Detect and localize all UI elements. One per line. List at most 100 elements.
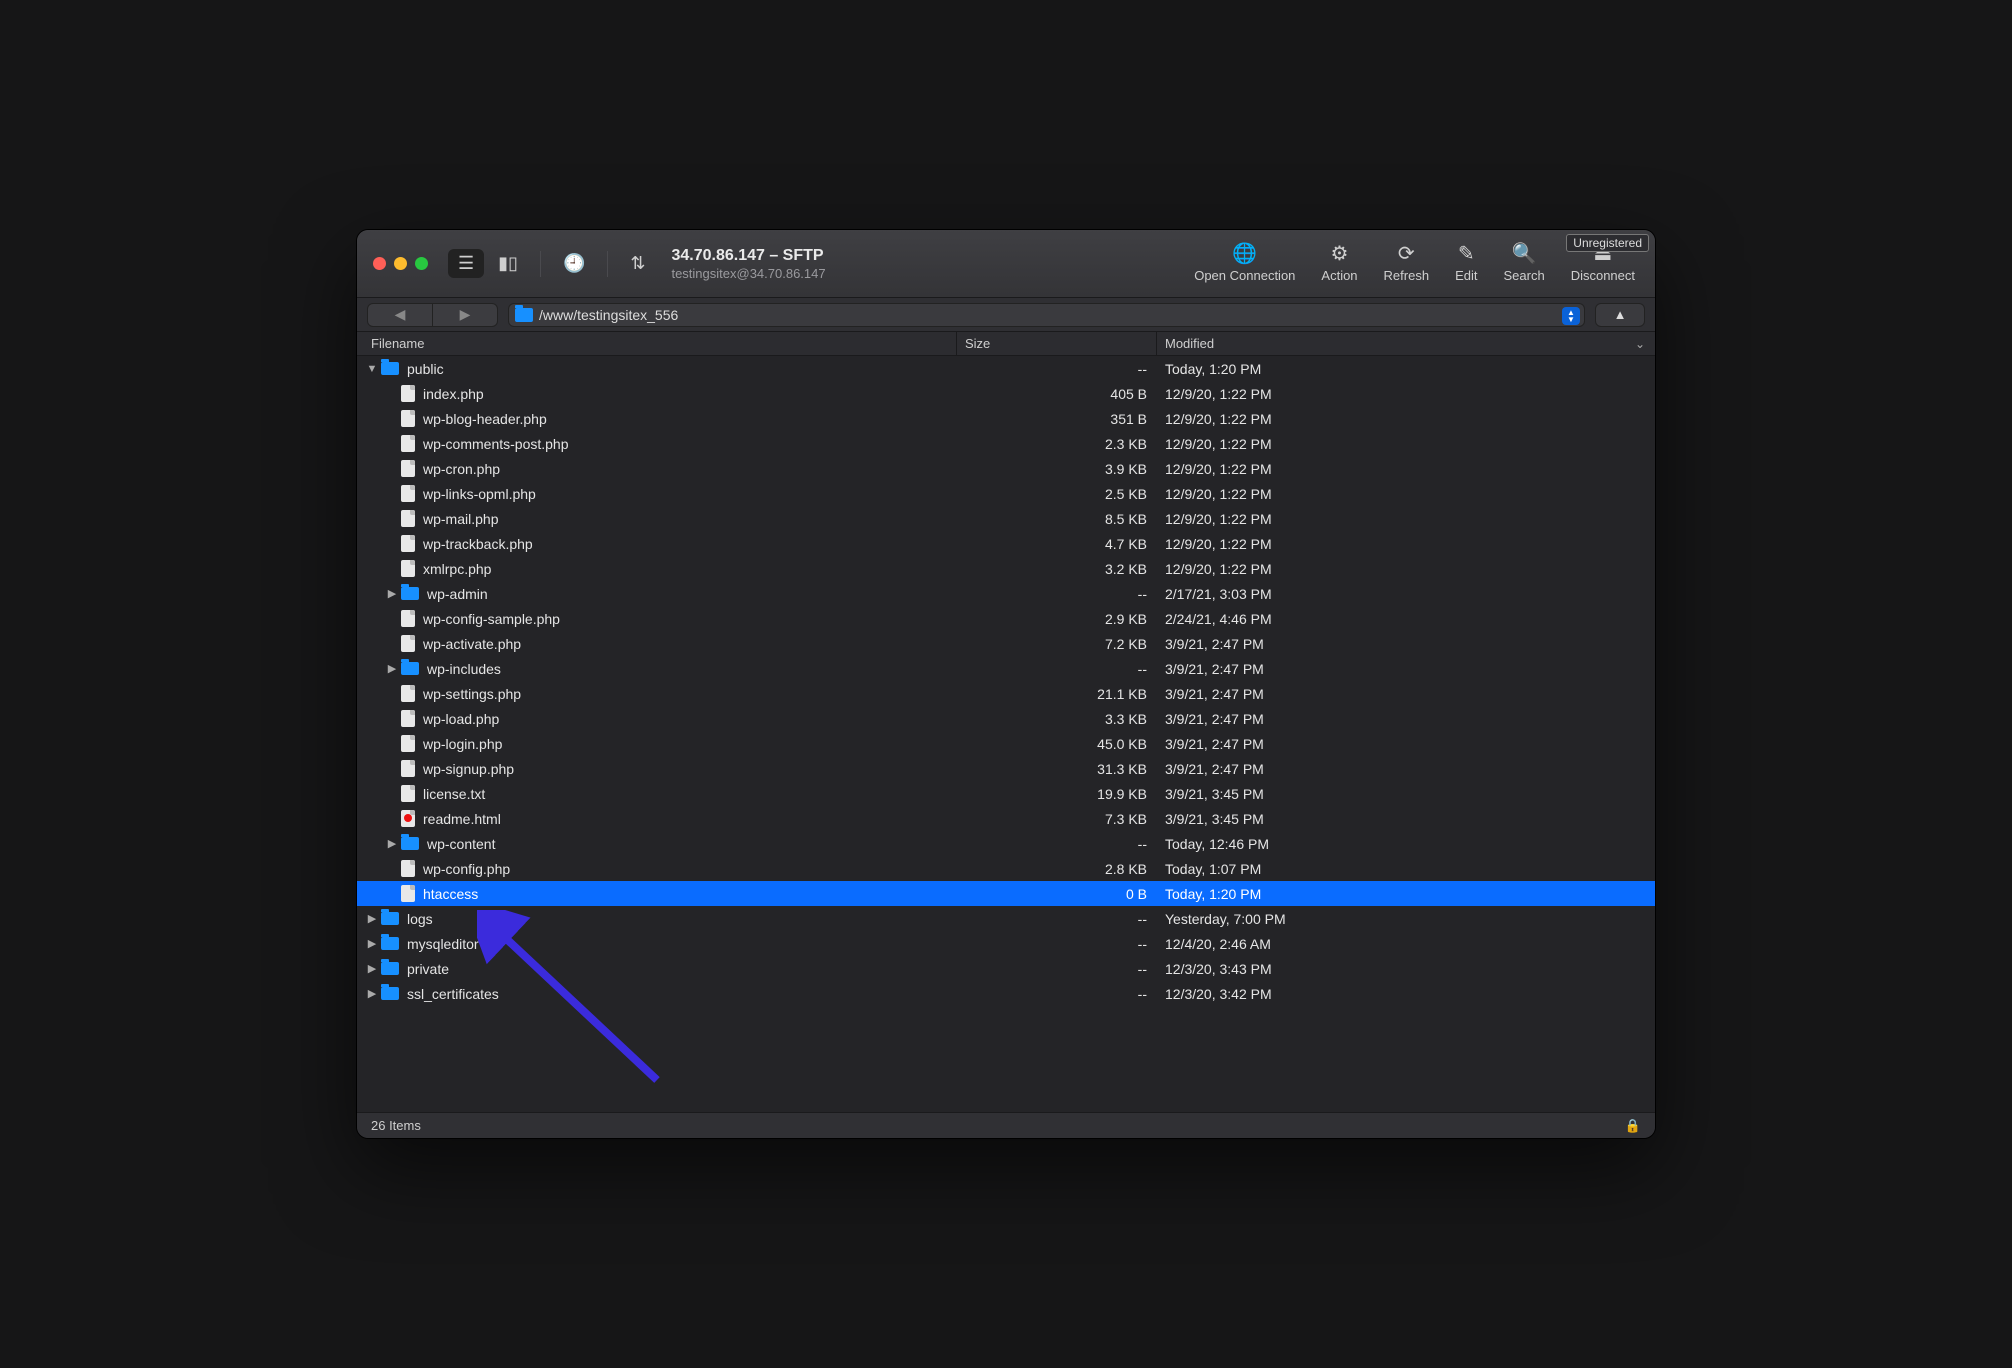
filename-text: wp-cron.php	[423, 461, 500, 477]
cell-modified: 12/9/20, 1:22 PM	[1157, 436, 1655, 452]
cell-size: --	[957, 361, 1157, 377]
table-row[interactable]: ▶mysqleditor--12/4/20, 2:46 AM	[357, 931, 1655, 956]
minimize-window-button[interactable]	[394, 257, 407, 270]
table-row[interactable]: ▶xmlrpc.php3.2 KB12/9/20, 1:22 PM	[357, 556, 1655, 581]
window-titles: 34.70.86.147 – SFTP testingsitex@34.70.8…	[671, 247, 825, 281]
file-list[interactable]: ▼public--Today, 1:20 PM▶index.php405 B12…	[357, 356, 1655, 1112]
cell-filename: ▶wp-links-opml.php	[357, 481, 957, 506]
refresh-button[interactable]: ⟳ Refresh	[1384, 244, 1430, 283]
disclosure-triangle-icon[interactable]: ▶	[365, 912, 379, 925]
window-title: 34.70.86.147 – SFTP	[671, 247, 825, 265]
disclosure-triangle-icon[interactable]: ▶	[365, 937, 379, 950]
column-label: Size	[965, 336, 990, 351]
cell-size: 0 B	[957, 886, 1157, 902]
path-dropdown[interactable]: /www/testingsitex_556 ▲▼	[508, 303, 1585, 327]
filename-text: wp-settings.php	[423, 686, 521, 702]
table-row[interactable]: ▶wp-content--Today, 12:46 PM	[357, 831, 1655, 856]
path-text: /www/testingsitex_556	[539, 307, 678, 323]
column-size[interactable]: Size	[957, 332, 1157, 355]
table-row[interactable]: ▶logs--Yesterday, 7:00 PM	[357, 906, 1655, 931]
table-row[interactable]: ▶wp-config.php2.8 KBToday, 1:07 PM	[357, 856, 1655, 881]
table-row[interactable]: ▶index.php405 B12/9/20, 1:22 PM	[357, 381, 1655, 406]
table-row[interactable]: ▶wp-activate.php7.2 KB3/9/21, 2:47 PM	[357, 631, 1655, 656]
toolbar-sep	[607, 251, 608, 277]
column-filename[interactable]: Filename	[357, 332, 957, 355]
disclosure-triangle-icon[interactable]: ▶	[385, 662, 399, 675]
cell-modified: Today, 12:46 PM	[1157, 836, 1655, 852]
table-row[interactable]: ▶wp-comments-post.php2.3 KB12/9/20, 1:22…	[357, 431, 1655, 456]
cell-size: --	[957, 936, 1157, 952]
table-row[interactable]: ▶wp-admin--2/17/21, 3:03 PM	[357, 581, 1655, 606]
gear-icon: ⚙︎	[1331, 244, 1349, 264]
close-window-button[interactable]	[373, 257, 386, 270]
up-triangle-icon: ▲	[1614, 307, 1627, 322]
dropdown-arrows-icon: ▲▼	[1562, 307, 1580, 325]
disclosure-triangle-icon[interactable]: ▼	[365, 363, 379, 375]
table-row[interactable]: ▶wp-blog-header.php351 B12/9/20, 1:22 PM	[357, 406, 1655, 431]
table-row[interactable]: ▶wp-links-opml.php2.5 KB12/9/20, 1:22 PM	[357, 481, 1655, 506]
filename-text: wp-includes	[427, 661, 501, 677]
filename-text: wp-activate.php	[423, 636, 521, 652]
cell-filename: ▶wp-trackback.php	[357, 531, 957, 556]
transfer-button[interactable]: ⇅	[620, 249, 655, 278]
bookmarks-button[interactable]: ▮▯	[488, 249, 528, 278]
cell-filename: ▶xmlrpc.php	[357, 556, 957, 581]
table-row[interactable]: ▼public--Today, 1:20 PM	[357, 356, 1655, 381]
filename-text: index.php	[423, 386, 484, 402]
cell-modified: 12/9/20, 1:22 PM	[1157, 411, 1655, 427]
table-row[interactable]: ▶license.txt19.9 KB3/9/21, 3:45 PM	[357, 781, 1655, 806]
cell-filename: ▶private	[357, 956, 957, 981]
nav-forward-button[interactable]: ▶	[433, 306, 497, 323]
disclosure-triangle-icon[interactable]: ▶	[365, 962, 379, 975]
table-row[interactable]: ▶htaccess0 BToday, 1:20 PM	[357, 881, 1655, 906]
disclosure-triangle-icon[interactable]: ▶	[385, 837, 399, 850]
toolbar-label: Disconnect	[1571, 268, 1635, 283]
cell-modified: 12/9/20, 1:22 PM	[1157, 561, 1655, 577]
edit-button[interactable]: ✎ Edit	[1455, 244, 1477, 283]
table-row[interactable]: ▶wp-config-sample.php2.9 KB2/24/21, 4:46…	[357, 606, 1655, 631]
file-icon	[401, 860, 415, 877]
view-toggle-button[interactable]: ☰	[448, 249, 484, 278]
go-up-button[interactable]: ▲	[1595, 303, 1645, 327]
cell-filename: ▶wp-comments-post.php	[357, 431, 957, 456]
disclosure-triangle-icon[interactable]: ▶	[365, 987, 379, 1000]
cell-filename: ▶wp-blog-header.php	[357, 406, 957, 431]
cell-modified: 3/9/21, 3:45 PM	[1157, 786, 1655, 802]
history-button[interactable]: 🕘	[553, 249, 595, 278]
search-button[interactable]: 🔍 Search	[1503, 244, 1544, 283]
action-button[interactable]: ⚙︎ Action	[1321, 244, 1357, 283]
toolbar-label: Open Connection	[1194, 268, 1295, 283]
file-icon	[401, 560, 415, 577]
filename-text: wp-blog-header.php	[423, 411, 547, 427]
file-icon	[401, 885, 415, 902]
table-row[interactable]: ▶wp-mail.php8.5 KB12/9/20, 1:22 PM	[357, 506, 1655, 531]
disclosure-triangle-icon[interactable]: ▶	[385, 587, 399, 600]
open-connection-button[interactable]: 🌐 Open Connection	[1194, 244, 1295, 283]
filename-text: wp-content	[427, 836, 495, 852]
app-window: ☰ ▮▯ 🕘 ⇅ 34.70.86.147 – SFTP testingsite…	[356, 229, 1656, 1139]
filename-text: readme.html	[423, 811, 501, 827]
window-subtitle: testingsitex@34.70.86.147	[671, 266, 825, 281]
html-file-icon	[401, 810, 415, 827]
table-row[interactable]: ▶wp-settings.php21.1 KB3/9/21, 2:47 PM	[357, 681, 1655, 706]
window-controls	[373, 257, 428, 270]
table-row[interactable]: ▶private--12/3/20, 3:43 PM	[357, 956, 1655, 981]
table-row[interactable]: ▶readme.html7.3 KB3/9/21, 3:45 PM	[357, 806, 1655, 831]
cell-filename: ▶wp-config-sample.php	[357, 606, 957, 631]
filename-text: wp-links-opml.php	[423, 486, 536, 502]
table-row[interactable]: ▶wp-load.php3.3 KB3/9/21, 2:47 PM	[357, 706, 1655, 731]
unregistered-badge: Unregistered	[1566, 234, 1649, 252]
column-modified[interactable]: Modified ⌄	[1157, 332, 1655, 355]
cell-filename: ▶ wp-includes	[357, 656, 957, 681]
zoom-window-button[interactable]	[415, 257, 428, 270]
cell-filename: ▶logs	[357, 906, 957, 931]
table-row[interactable]: ▶wp-login.php45.0 KB3/9/21, 2:47 PM	[357, 731, 1655, 756]
table-row[interactable]: ▶wp-trackback.php4.7 KB12/9/20, 1:22 PM	[357, 531, 1655, 556]
cell-modified: 12/9/20, 1:22 PM	[1157, 511, 1655, 527]
table-row[interactable]: ▶wp-includes--3/9/21, 2:47 PM	[357, 656, 1655, 681]
table-row[interactable]: ▶wp-cron.php3.9 KB12/9/20, 1:22 PM	[357, 456, 1655, 481]
cell-size: 21.1 KB	[957, 686, 1157, 702]
nav-back-button[interactable]: ◀	[368, 306, 432, 323]
table-row[interactable]: ▶ssl_certificates--12/3/20, 3:42 PM	[357, 981, 1655, 1006]
table-row[interactable]: ▶wp-signup.php31.3 KB3/9/21, 2:47 PM	[357, 756, 1655, 781]
